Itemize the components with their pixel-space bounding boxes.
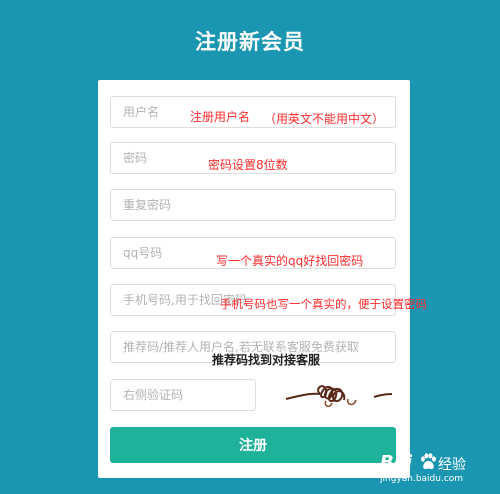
annotation-password: 密码设置8位数 [208,158,288,172]
watermark-text: 经验 [438,457,466,473]
captcha-field [110,379,256,411]
baidu-jingyan-watermark: Bai 经验 jingyan.baidu.com [380,452,488,486]
annotation-phone: 手机号码也写一个真实的，便于设置密码 [220,297,427,311]
register-button[interactable]: 注册 [110,427,396,463]
annotation-qq: 写一个真实的qq好找回密码 [216,254,364,268]
annotation-username-2: （用英文不能用中文） [264,112,385,126]
annotation-username: 注册用户名 [190,110,251,124]
watermark-logo: Bai [380,452,413,473]
captcha-input[interactable] [111,380,255,410]
register-form: 注册 [98,80,410,478]
confirm-password-input[interactable] [111,190,395,220]
page-title: 注册新会员 [195,30,305,54]
watermark-url: jingyan.baidu.com [380,474,464,484]
captcha-image[interactable] [282,375,394,415]
paw-icon [421,453,436,470]
confirm-password-field [110,189,396,221]
annotation-referral: 推荐码找到对接客服 [212,353,321,367]
